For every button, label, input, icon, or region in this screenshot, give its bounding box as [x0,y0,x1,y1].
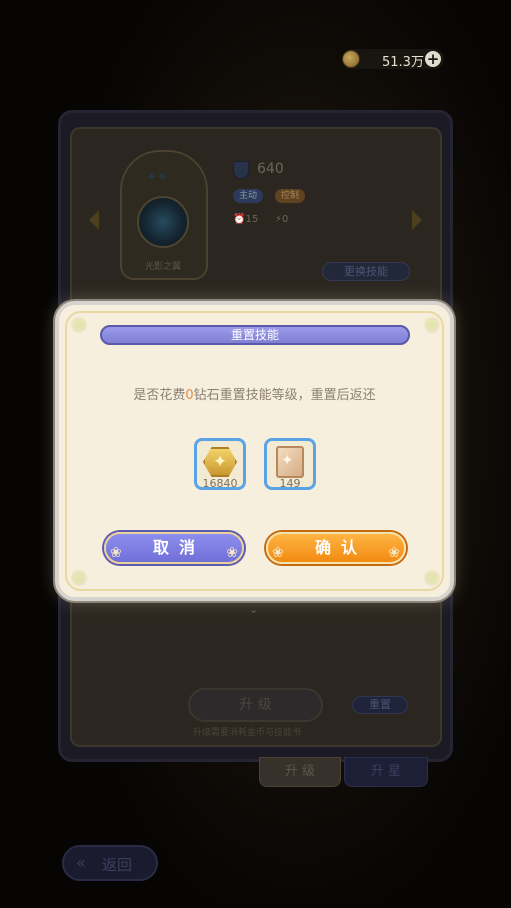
skill-tag: 控制 [275,189,306,203]
swirl-icon: ❀ [226,545,238,561]
cancel-button[interactable]: ❀ 取消 ❀ [104,532,244,564]
coin-icon [342,50,360,68]
corner-ornament-icon [423,316,441,334]
back-label: 返回 [102,856,133,874]
skill-book-count: 149 [279,477,301,490]
swirl-icon: ❀ [110,545,122,561]
tab-upgrade[interactable]: 升 级 [259,757,341,787]
back-button[interactable]: « 返回 [62,845,158,881]
back-arrow-icon: « [76,853,86,872]
cancel-label: 取消 [152,538,205,557]
message-suffix: 钻石重置技能等级，重置后返还 [193,388,376,403]
currency-amount: 51.3万 [382,55,424,70]
swirl-icon: ❀ [272,545,284,561]
cooldown-value: 15 [245,214,259,225]
energy-value: 0 [282,214,289,225]
cooldown-stat: ⏰15 [233,214,259,225]
corner-ornament-icon [70,569,88,587]
add-currency-button[interactable]: + [425,51,441,67]
gold-count: 16840 [202,477,238,490]
swirl-icon: ❀ [388,545,400,561]
corner-ornament-icon [70,316,88,334]
coin-star-icon: ✦ [213,452,228,472]
book-star-icon: ✦ [281,451,294,469]
chevron-down-icon[interactable]: ⌄ [249,603,258,616]
confirm-label: 确认 [314,538,367,557]
dialog-title: 重置技能 [230,328,279,342]
reset-button[interactable]: 重置 [352,696,408,714]
next-skill-arrow-icon[interactable] [412,210,422,230]
corner-ornament-icon [423,569,441,587]
change-skill-button[interactable]: 更换技能 [322,262,410,281]
upgrade-button[interactable]: 升 级 [188,688,323,722]
currency-bar: 51.3万 + [342,49,444,70]
tab-star-up[interactable]: 升 星 [344,757,428,787]
skill-tag: 主动 [233,189,264,203]
dialog-message: 是否花费0钻石重置技能等级，重置后返还 [70,384,439,403]
skill-card-label: 光影之翼 [144,262,181,272]
diamond-cost: 0 [185,388,194,403]
energy-stat: ⚡0 [275,214,289,225]
power-value: 640 [257,161,284,177]
previous-skill-arrow-icon[interactable] [89,210,99,230]
shield-icon [233,161,249,179]
confirm-button[interactable]: ❀ 确认 ❀ [266,532,406,564]
gem-icons: ✦✦ [146,170,168,185]
message-prefix: 是否花费 [133,388,186,403]
upgrade-note: 升级需要消耗金币与技能书 [193,728,302,738]
skill-orb-icon [137,196,189,248]
